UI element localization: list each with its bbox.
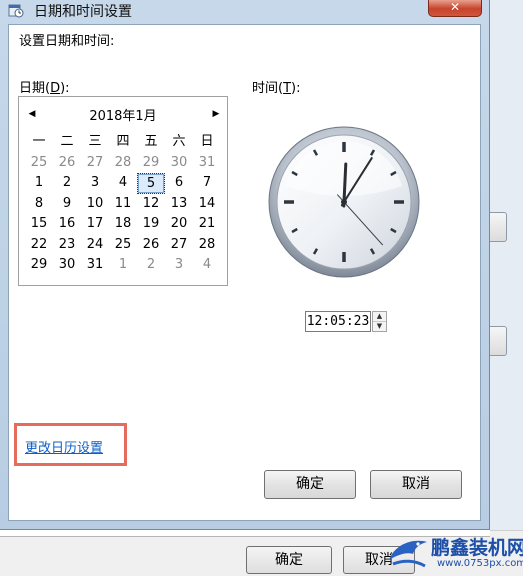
calendar-day[interactable]: 4 bbox=[109, 173, 137, 194]
weekday-header: 三 bbox=[88, 134, 102, 149]
spin-down-arrow-icon[interactable]: ▼ bbox=[373, 322, 386, 331]
month-calendar[interactable]: ◀ 2018年1月 ▶ 一二三四五六日 25 26 27 28 29 30 31 1 2 3 4 5 6 7… bbox=[18, 96, 228, 286]
weekday-header: 四 bbox=[116, 134, 130, 149]
watermark-url: www.0753px.com bbox=[437, 558, 523, 569]
title-bar[interactable]: 日期和时间设置 ✕ bbox=[0, 0, 490, 24]
background-button-edge[interactable] bbox=[490, 326, 507, 356]
calendar-day[interactable]: 13 bbox=[165, 194, 193, 215]
calendar-day[interactable]: 3 bbox=[81, 173, 109, 194]
cancel-button[interactable]: 取消 bbox=[370, 470, 462, 499]
watermark-brand: 鹏鑫装机网 bbox=[431, 537, 523, 559]
background-button-edge[interactable] bbox=[490, 212, 507, 242]
calendar-day[interactable]: 29 bbox=[25, 255, 53, 276]
calendar-day[interactable]: 27 bbox=[81, 153, 109, 174]
calendar-day[interactable]: 24 bbox=[81, 235, 109, 256]
calendar-day[interactable]: 31 bbox=[193, 153, 221, 174]
calendar-day[interactable]: 12 bbox=[137, 194, 165, 215]
weekday-header: 五 bbox=[144, 134, 158, 149]
time-spinner[interactable]: ▲ ▼ bbox=[372, 311, 387, 332]
ok-button[interactable]: 确定 bbox=[264, 470, 356, 499]
weekday-header: 二 bbox=[60, 134, 74, 149]
calendar-day[interactable]: 30 bbox=[53, 255, 81, 276]
calendar-day[interactable]: 7 bbox=[193, 173, 221, 194]
calendar-day[interactable]: 30 bbox=[165, 153, 193, 174]
calendar-day[interactable]: 25 bbox=[109, 235, 137, 256]
close-button[interactable]: ✕ bbox=[428, 0, 482, 17]
dialog-heading: 设置日期和时间: bbox=[19, 34, 115, 49]
change-calendar-settings-link[interactable]: 更改日历设置 bbox=[25, 437, 103, 456]
calendar-day[interactable]: 14 bbox=[193, 194, 221, 215]
calendar-day-grid: 一二三四五六日 25 26 27 28 29 30 31 1 2 3 4 5 6 7 8 9 10 11 12 13 14… bbox=[25, 132, 221, 276]
calendar-day[interactable]: 1 bbox=[109, 255, 137, 276]
time-input[interactable]: 12:05:23 bbox=[305, 311, 371, 332]
calendar-day[interactable]: 16 bbox=[53, 214, 81, 235]
calendar-day[interactable]: 26 bbox=[137, 235, 165, 256]
calendar-day[interactable]: 2 bbox=[137, 255, 165, 276]
time-label: 时间(T): bbox=[252, 81, 301, 96]
spin-up-arrow-icon[interactable]: ▲ bbox=[373, 312, 386, 322]
calendar-day[interactable]: 2 bbox=[53, 173, 81, 194]
watermark: 鹏鑫装机网 www.0753px.com bbox=[385, 530, 523, 575]
dolphin-logo-icon bbox=[389, 540, 427, 568]
calendar-day-selected[interactable]: 5 bbox=[137, 173, 165, 194]
calendar-day[interactable]: 28 bbox=[193, 235, 221, 256]
calendar-day[interactable]: 28 bbox=[109, 153, 137, 174]
calendar-day[interactable]: 25 bbox=[25, 153, 53, 174]
calendar-day[interactable]: 22 bbox=[25, 235, 53, 256]
calendar-day[interactable]: 23 bbox=[53, 235, 81, 256]
calendar-day[interactable]: 8 bbox=[25, 194, 53, 215]
weekday-header: 日 bbox=[200, 134, 214, 149]
calendar-day[interactable]: 1 bbox=[25, 173, 53, 194]
calendar-day[interactable]: 17 bbox=[81, 214, 109, 235]
next-month-arrow-icon[interactable]: ▶ bbox=[211, 109, 221, 119]
weekday-header: 一 bbox=[32, 134, 46, 149]
calendar-day[interactable]: 26 bbox=[53, 153, 81, 174]
calendar-day[interactable]: 29 bbox=[137, 153, 165, 174]
calendar-day[interactable]: 6 bbox=[165, 173, 193, 194]
calendar-day[interactable]: 19 bbox=[137, 214, 165, 235]
calendar-day[interactable]: 18 bbox=[109, 214, 137, 235]
weekday-header: 六 bbox=[172, 134, 186, 149]
calendar-month-title[interactable]: 2018年1月 bbox=[19, 105, 227, 124]
calendar-day[interactable]: 15 bbox=[25, 214, 53, 235]
calendar-day[interactable]: 20 bbox=[165, 214, 193, 235]
calendar-day[interactable]: 4 bbox=[193, 255, 221, 276]
calendar-day[interactable]: 9 bbox=[53, 194, 81, 215]
background-window-edge bbox=[490, 0, 523, 575]
calendar-day[interactable]: 27 bbox=[165, 235, 193, 256]
calendar-day[interactable]: 31 bbox=[81, 255, 109, 276]
window-title: 日期和时间设置 bbox=[34, 4, 132, 20]
calendar-day[interactable]: 10 bbox=[81, 194, 109, 215]
analog-clock bbox=[268, 126, 420, 278]
calendar-day[interactable]: 21 bbox=[193, 214, 221, 235]
calendar-day[interactable]: 11 bbox=[109, 194, 137, 215]
calendar-day[interactable]: 3 bbox=[165, 255, 193, 276]
date-label: 日期(D): bbox=[19, 81, 70, 96]
calendar-clock-icon bbox=[8, 4, 24, 18]
background-ok-button[interactable]: 确定 bbox=[246, 546, 332, 574]
